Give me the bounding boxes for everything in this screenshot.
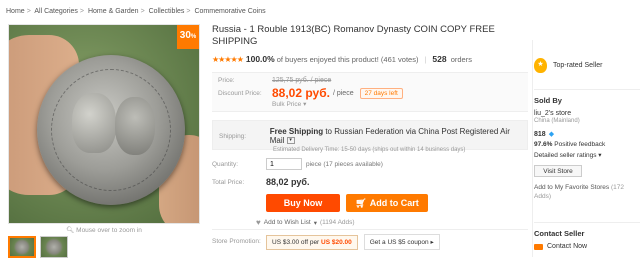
orders-count: 528 orders (432, 54, 472, 64)
discount-badge-unit: % (190, 34, 197, 40)
coupon-discount-text: US $3.00 off per (272, 238, 322, 246)
discount-price-label: Discount Price: (218, 89, 262, 97)
wishlist-adds: (1194 Adds) (319, 219, 355, 226)
store-name-link[interactable]: liu_2's store (534, 110, 640, 117)
product-info: Russia - 1 Rouble 1913(BC) Romanov Dynas… (212, 24, 528, 227)
magnifier-icon: 🔍︎ (66, 227, 75, 234)
add-to-cart-label: Add to Cart (369, 198, 419, 208)
quantity-note: piece (17 pieces available) (306, 160, 383, 168)
seller-sidebar: ★ Top-rated Seller Sold By liu_2's store… (534, 58, 640, 201)
product-title: Russia - 1 Rouble 1913(BC) Romanov Dynas… (212, 24, 495, 47)
days-left-badge: 27 days left (359, 87, 403, 99)
positive-feedback-pct: 97.6% (534, 141, 553, 148)
buy-now-button[interactable]: Buy Now (266, 194, 340, 212)
add-to-cart-button[interactable]: 🛒︎ Add to Cart (346, 194, 428, 212)
top-rated-seller: ★ Top-rated Seller (534, 58, 640, 73)
thumbnail-1[interactable] (8, 236, 36, 258)
visit-store-button[interactable]: Visit Store (534, 165, 582, 177)
wishlist-row: ♥ Add to Wish List ▾ (1194 Adds) (256, 218, 528, 227)
quantity-input[interactable] (266, 158, 302, 170)
action-buttons: Buy Now 🛒︎ Add to Cart (266, 194, 528, 212)
star-rating-icon[interactable]: ★★★★★ (212, 55, 244, 64)
zoom-hint-text: Mouse over to zoom in (76, 227, 142, 234)
seller-score: 818 ◆ (534, 130, 640, 139)
zoom-hint: 🔍︎ Mouse over to zoom in (8, 226, 200, 234)
coin-image (37, 55, 185, 205)
product-gallery: 30% 🔍︎ Mouse over to zoom in (8, 24, 200, 258)
contact-seller-box: Contact Seller Contact Now (534, 222, 640, 250)
sidebar-divider (532, 40, 533, 257)
price-label: Price: (218, 77, 235, 84)
positive-feedback: 97.6% Positive feedback (534, 141, 640, 148)
discount-price: 88,02 руб. (272, 86, 330, 100)
medal-icon: ★ (534, 58, 547, 73)
add-favorite-store-link[interactable]: Add to My Favorite Stores (172 Adds) (534, 183, 640, 201)
add-favorite-store-text: Add to My Favorite Stores (534, 184, 610, 191)
total-price: 88,02 руб. (266, 177, 310, 187)
shipping-box: Shipping: Free Shipping to Russian Feder… (212, 120, 528, 153)
sold-by-heading: Sold By (534, 96, 562, 105)
seller-score-value: 818 (534, 130, 546, 138)
bulk-price-link[interactable]: Bulk Price ▾ (272, 100, 522, 108)
total-price-label: Total Price: (212, 178, 245, 186)
breadcrumb: Home > All Categories > Home & Garden > Col… (6, 8, 266, 15)
breadcrumb-all-categories[interactable]: All Categories (34, 8, 78, 15)
store-location: China (Mainland) (534, 118, 580, 124)
total-row: Total Price: 88,02 руб. (212, 177, 528, 187)
free-shipping: Free Shipping (269, 127, 324, 136)
coin-portrait (115, 97, 155, 155)
thumbnail-2[interactable] (40, 236, 68, 258)
chevron-down-icon[interactable]: ▾ (314, 219, 317, 227)
coupon-discount[interactable]: US $3.00 off per US $20.00 (266, 234, 358, 250)
contact-now-link[interactable]: Contact Now (534, 243, 640, 250)
thumbnail-list (8, 236, 68, 258)
breadcrumb-collectibles[interactable]: Collectibles (149, 8, 185, 15)
store-promotion: Store Promotion: US $3.00 off per US $20… (212, 229, 528, 250)
breadcrumb-home-garden[interactable]: Home & Garden (88, 8, 139, 15)
per-piece-label: / piece (332, 89, 354, 97)
breadcrumb-commemorative-coins[interactable]: Commemorative Coins (194, 8, 265, 15)
breadcrumb-home[interactable]: Home (6, 8, 25, 15)
main-product-image[interactable]: 30% (8, 24, 200, 224)
orders-label: orders (450, 55, 472, 64)
detailed-ratings-dropdown[interactable]: Detailed seller ratings ▾ (534, 151, 640, 159)
mail-icon (534, 243, 543, 250)
get-coupon-button[interactable]: Get a US $5 coupon ▸ (363, 234, 440, 250)
quantity-label: Quantity: (212, 160, 239, 168)
shipping-label: Shipping: (219, 132, 247, 140)
top-rated-label: Top-rated Seller (553, 62, 603, 69)
shipping-info: Free Shipping to Russian Federation via … (270, 127, 521, 145)
delivery-time: Estimated Delivery Time: 15-50 days (shi… (273, 147, 466, 153)
coin-portrait (72, 93, 116, 153)
discount-badge: 30% (177, 25, 199, 49)
original-price: 125,75 руб. / piece (272, 77, 332, 84)
coupon-discount-amount: US $20.00 (321, 238, 352, 246)
heart-icon[interactable]: ♥ (256, 218, 261, 227)
diamond-icon: ◆ (548, 131, 555, 138)
cart-icon: 🛒︎ (355, 197, 367, 208)
shipping-dropdown-icon[interactable]: ▾ (286, 137, 295, 145)
discount-badge-value: 30 (179, 30, 191, 41)
positive-percent: 100.0% (245, 54, 275, 64)
contact-now-label: Contact Now (547, 243, 588, 250)
positive-feedback-text: Positive feedback (554, 141, 606, 148)
rating-row: ★★★★★ 100.0% of buyers enjoyed this prod… (212, 54, 472, 64)
store-promotion-label: Store Promotion: (212, 238, 261, 245)
positive-text: of buyers enjoyed this product! (461 vot… (276, 54, 419, 64)
quantity-row: Quantity: piece (17 pieces available) (212, 158, 528, 170)
price-box: Price: 125,75 руб. / piece Discount Pric… (212, 72, 528, 112)
contact-seller-heading: Contact Seller (534, 229, 585, 238)
orders-number: 528 (432, 54, 447, 64)
seller-box: Sold By liu_2's store China (Mainland) 8… (534, 89, 640, 201)
add-to-wishlist-link[interactable]: Add to Wish List (264, 219, 311, 226)
